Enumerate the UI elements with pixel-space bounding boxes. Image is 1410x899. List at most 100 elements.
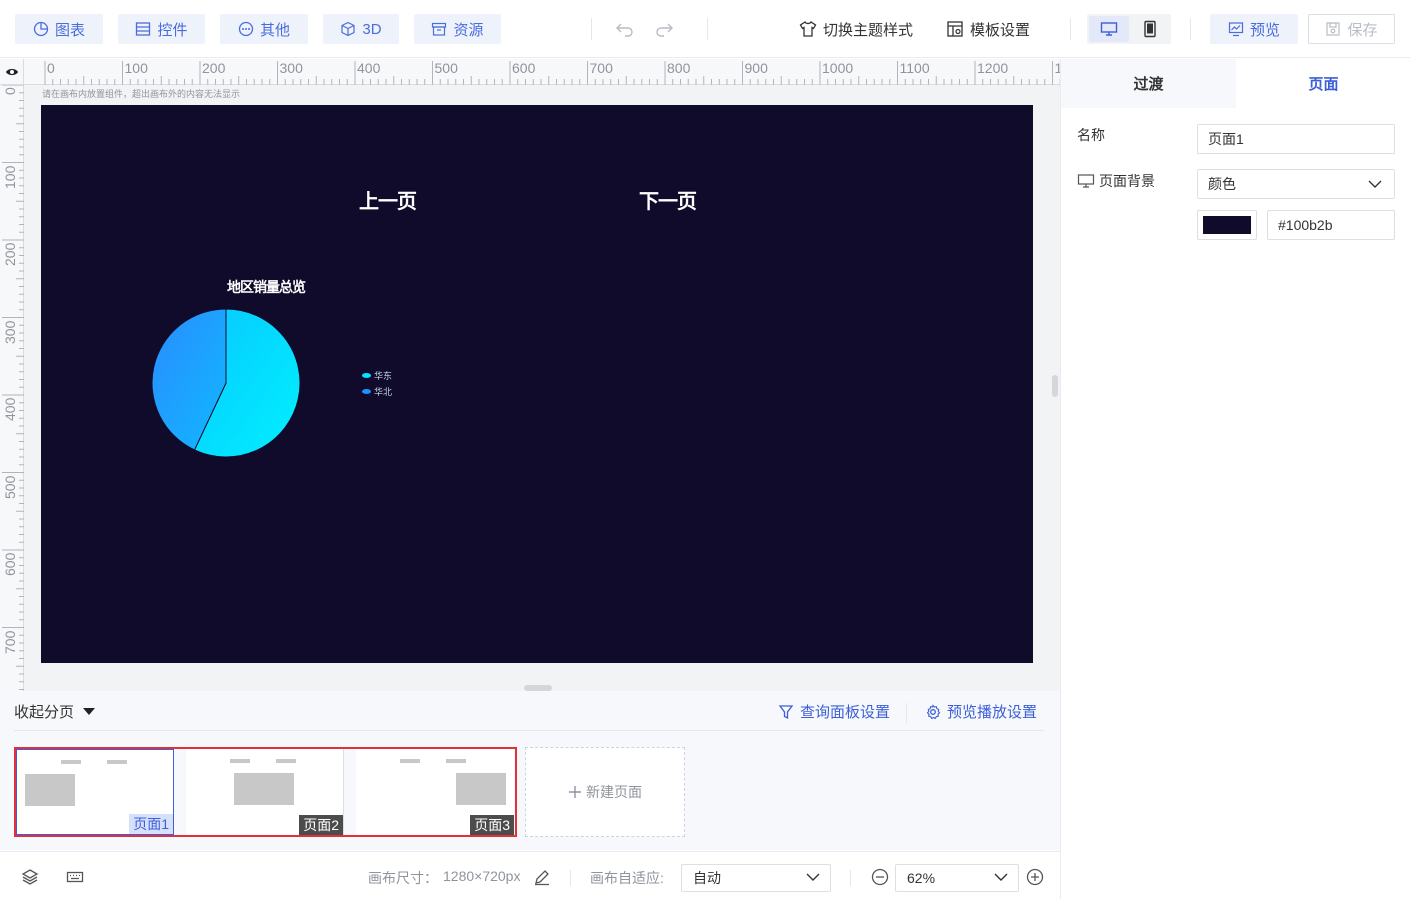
- preview-button[interactable]: 预览: [1210, 14, 1298, 44]
- desktop-view-button[interactable]: [1089, 16, 1129, 42]
- page-selection-outline: [14, 747, 517, 837]
- phone-icon: [1144, 20, 1156, 38]
- template-settings-button[interactable]: 模板设置: [946, 14, 1030, 44]
- preview-play-settings-button[interactable]: 预览播放设置: [925, 701, 1037, 722]
- widget-menu-button[interactable]: 控件: [118, 14, 205, 44]
- save-button[interactable]: 保存: [1308, 14, 1395, 44]
- chevron-down-icon: [994, 873, 1008, 881]
- 3d-menu-label: 3D: [362, 20, 382, 38]
- canvas-size-label: 画布尺寸：: [368, 870, 438, 886]
- vertical-scrollbar[interactable]: [1052, 375, 1058, 397]
- ruler-label: 300: [2, 320, 18, 344]
- toolbar-divider: [591, 18, 592, 40]
- ruler-label: 500: [434, 60, 458, 76]
- ruler-label: 200: [2, 242, 18, 266]
- archive-icon: [432, 22, 447, 36]
- toolbar-divider: [1070, 18, 1071, 40]
- canvas-adapt-label: 画布自适应:: [590, 870, 664, 886]
- chart-menu-label: 图表: [54, 21, 85, 39]
- page-background-label: 页面背景: [1077, 171, 1155, 191]
- page-background-label-text: 页面背景: [1099, 173, 1155, 189]
- switch-theme-label: 切换主题样式: [823, 21, 914, 39]
- query-panel-settings-label: 查询面板设置: [800, 704, 891, 721]
- resource-menu-label: 资源: [453, 21, 484, 39]
- ruler-corner: [0, 59, 24, 85]
- widget-menu-label: 控件: [157, 21, 188, 39]
- query-panel-settings-button[interactable]: 查询面板设置: [778, 701, 890, 722]
- keyboard-icon[interactable]: [66, 868, 84, 886]
- preview-play-settings-label: 预览播放设置: [947, 704, 1038, 721]
- more-circle-icon: [238, 21, 254, 37]
- next-page-button[interactable]: 下一页: [639, 185, 697, 214]
- legend-item[interactable]: 华北: [362, 385, 392, 398]
- other-menu-button[interactable]: 其他: [220, 14, 308, 44]
- pie-chart-icon: [33, 21, 49, 37]
- monitor-icon: [1100, 22, 1118, 36]
- mobile-view-button[interactable]: [1131, 16, 1169, 42]
- chevron-down-icon: [806, 873, 820, 881]
- collapse-pages-button[interactable]: 收起分页: [14, 701, 96, 722]
- monitor-icon: [1077, 174, 1095, 188]
- resource-menu-button[interactable]: 资源: [414, 14, 501, 44]
- plus-icon: [569, 786, 581, 798]
- canvas-adapt-value: 自动: [693, 870, 721, 886]
- canvas-size-value: 1280×720px: [443, 868, 521, 884]
- background-color-hex-value: #100b2b: [1278, 217, 1333, 233]
- tab-page[interactable]: 页面: [1236, 59, 1410, 108]
- ruler-label: 1000: [822, 60, 854, 76]
- template-icon: [947, 21, 963, 37]
- legend-item[interactable]: 华东: [362, 369, 392, 382]
- top-toolbar: 图表 控件 其他 3D 资源 切换主题样式 模板设置 预览 保存: [0, 0, 1410, 58]
- background-type-select[interactable]: 颜色: [1197, 169, 1395, 199]
- pie-chart[interactable]: [151, 308, 301, 458]
- ruler-label: 100: [124, 60, 148, 76]
- toolbar-divider: [707, 18, 708, 40]
- page-name-label-text: 名称: [1077, 127, 1105, 143]
- zoom-out-icon[interactable]: [871, 868, 889, 886]
- new-page-label: 新建页面: [586, 784, 642, 800]
- zoom-in-icon[interactable]: [1026, 868, 1044, 886]
- ruler-label: 1100: [899, 60, 930, 76]
- background-color-hex-input[interactable]: #100b2b: [1267, 210, 1395, 240]
- background-color-swatch[interactable]: [1197, 210, 1257, 240]
- layers-icon[interactable]: [21, 868, 39, 886]
- ruler-label: 900: [744, 60, 768, 76]
- redo-icon[interactable]: [654, 20, 674, 38]
- page-panel: 收起分页 查询面板设置 预览播放设置 页面1 页面2 页面3 新建页面: [0, 691, 1060, 850]
- ruler-label: 300: [279, 60, 303, 76]
- status-divider: [570, 870, 571, 886]
- undo-icon[interactable]: [615, 20, 635, 38]
- ruler-label: 400: [2, 397, 18, 421]
- ruler-label: 800: [667, 60, 691, 76]
- dashboard-canvas[interactable]: 上一页 下一页 地区销量总览 华东 华北: [41, 105, 1033, 663]
- gear-icon: [926, 703, 941, 719]
- vertical-ruler[interactable]: 0 100 200 300 400 500 600 700: [0, 85, 24, 691]
- horizontal-ruler[interactable]: 0 100 200 300 400 500 600 700 800 900 1000 1100 1200…: [24, 59, 1060, 85]
- preview-icon: [1228, 22, 1244, 37]
- ruler-label: 700: [589, 60, 613, 76]
- save-label: 保存: [1347, 21, 1378, 39]
- canvas-adapt-select[interactable]: 自动: [681, 864, 831, 892]
- shirt-icon: [799, 21, 817, 37]
- ruler-label: 500: [2, 475, 18, 499]
- 3d-menu-button[interactable]: 3D: [323, 14, 399, 44]
- preview-label: 预览: [1249, 21, 1280, 39]
- edit-pencil-icon[interactable]: [533, 868, 551, 886]
- ruler-label: 200: [202, 60, 226, 76]
- eye-icon[interactable]: [5, 67, 19, 77]
- tab-transition[interactable]: 过渡: [1061, 59, 1236, 108]
- properties-tabs: 过渡 页面: [1061, 59, 1410, 108]
- new-page-button[interactable]: 新建页面: [525, 747, 685, 837]
- properties-panel: 过渡 页面 名称 页面1 页面背景 颜色 #100b2b: [1060, 59, 1410, 899]
- page-name-input[interactable]: 页面1: [1197, 124, 1395, 154]
- panel-divider: [906, 703, 907, 723]
- color-swatch-fill: [1203, 216, 1251, 234]
- status-divider: [850, 870, 851, 886]
- legend-marker: [362, 373, 371, 378]
- switch-theme-button[interactable]: 切换主题样式: [799, 14, 913, 44]
- chart-menu-button[interactable]: 图表: [15, 14, 103, 44]
- panel-divider-line: [14, 730, 1044, 731]
- ruler-label: 400: [357, 60, 381, 76]
- zoom-select[interactable]: 62%: [895, 864, 1019, 892]
- prev-page-button[interactable]: 上一页: [359, 185, 417, 214]
